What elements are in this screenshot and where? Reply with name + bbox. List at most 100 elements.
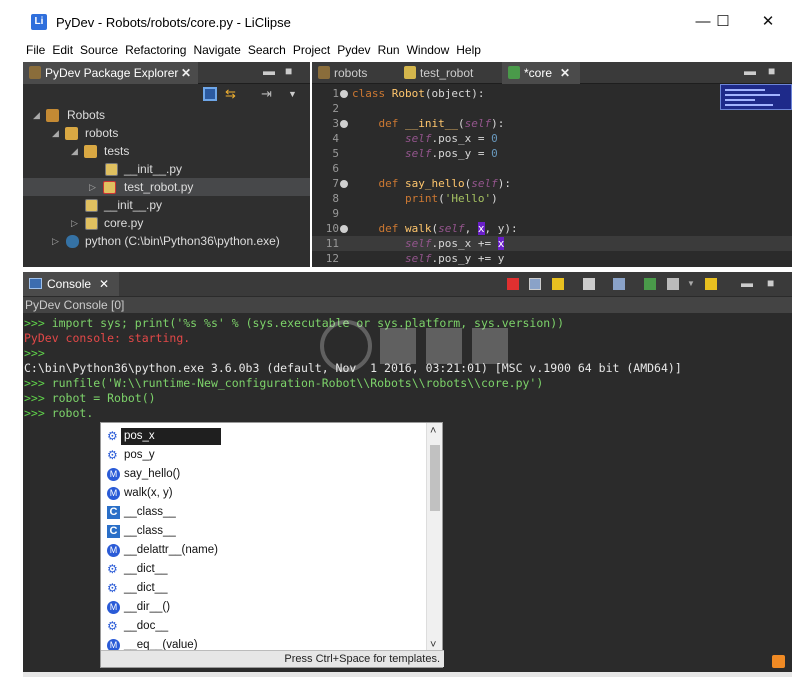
completion-item[interactable]: ⚙ pos_x [101,427,426,446]
dropdown-arrow-icon[interactable]: ▼ [687,278,699,290]
tree-item-robots-package[interactable]: ◢ robots [23,124,310,142]
completion-item[interactable]: Mwalk(x, y) [101,484,426,503]
menu-pydev[interactable]: Pydev [334,40,373,60]
status-bar [23,672,792,677]
view-menu-icon[interactable]: ▼ [288,87,302,101]
tree-item-test-robot[interactable]: ▷ test_robot.py [23,178,310,196]
autocomplete-hint: Press Ctrl+Space for templates. [101,650,444,667]
menu-window[interactable]: Window [404,40,453,60]
code-line[interactable]: 5 self.pos_y = 0 [312,146,792,161]
tree-item-init-robots[interactable]: __init__.py [23,196,310,214]
tree-item-tests-package[interactable]: ◢ tests [23,142,310,160]
collapse-all-icon[interactable] [203,87,217,101]
tree-item-core-py[interactable]: ▷ core.py [23,214,310,232]
menu-file[interactable]: File [23,40,48,60]
completion-item[interactable]: M __delattr__(name) [101,541,426,560]
autocomplete-scrollbar[interactable]: ˄ ˅ [426,423,442,651]
minimap-overview[interactable] [720,84,792,110]
python-file-error-icon [103,181,116,194]
maximize-view-icon[interactable]: ■ [767,276,774,290]
minimize-view-icon[interactable]: ▬ [263,64,275,78]
field-icon: ⚙ [107,619,118,633]
close-tab-icon[interactable]: ✕ [560,62,570,84]
scrollbar-thumb[interactable] [430,445,440,511]
method-icon: M [107,601,120,614]
menu-source[interactable]: Source [77,40,121,60]
package-explorer-view: PyDev Package Explorer ✕ ▬ ■ ⇆ ⇥ ▼ ◢ Rob… [23,62,310,267]
completion-item[interactable]: M __eq__(value) [101,636,426,651]
code-line[interactable]: 9 [312,206,792,221]
maximize-view-icon[interactable]: ■ [285,64,292,78]
completion-item[interactable]: M __dir__() [101,598,426,617]
tab-test-robot[interactable]: test_robot [398,62,502,84]
minimize-view-icon[interactable]: ▬ [744,64,756,78]
code-line[interactable]: 12 self.pos_y += y [312,251,792,266]
code-line[interactable]: 3 def __init__(self): [312,116,792,131]
expanded-arrow-icon[interactable]: ◢ [33,106,43,124]
menu-run[interactable]: Run [375,40,403,60]
code-line[interactable]: 6 [312,161,792,176]
fold-icon[interactable] [340,225,348,233]
menu-edit[interactable]: Edit [49,40,76,60]
menu-help[interactable]: Help [453,40,484,60]
completion-item[interactable]: Msay_hello() [101,465,426,484]
code-line[interactable]: 8 print('Hello') [312,191,792,206]
maximize-view-icon[interactable]: ■ [768,64,775,78]
completion-item[interactable]: ⚙ __dict__ [101,579,426,598]
tab-console[interactable]: Console ✕ [23,272,119,296]
menu-navigate[interactable]: Navigate [190,40,243,60]
menu-refactoring[interactable]: Refactoring [122,40,189,60]
code-line[interactable]: 4 self.pos_x = 0 [312,131,792,146]
fold-icon[interactable] [340,180,348,188]
collapsed-arrow-icon[interactable]: ▷ [89,178,99,196]
console-line: >>> [24,346,45,360]
link-with-editor-icon[interactable]: ⇆ [225,87,239,101]
clear-console-icon[interactable] [583,278,595,290]
minimize-view-icon[interactable]: ▬ [741,276,753,290]
code-line[interactable]: 7 def say_hello(self): [312,176,792,191]
tree-item-robots-project[interactable]: ◢ Robots [23,106,310,124]
completion-item[interactable]: ⚙ __dict__ [101,560,426,579]
python-module-icon [318,66,330,79]
close-tab-icon[interactable]: ✕ [99,272,109,296]
menu-search[interactable]: Search [245,40,289,60]
scroll-up-icon[interactable]: ˄ [430,425,436,437]
completion-item[interactable]: C __class__ [101,503,426,522]
open-console-icon[interactable] [705,278,717,290]
maximize-button[interactable]: ☐ [705,10,741,34]
close-tab-icon[interactable]: ✕ [181,62,191,84]
completion-item[interactable]: C __class__ [101,522,426,541]
expanded-arrow-icon[interactable]: ◢ [52,124,62,142]
fold-icon[interactable] [340,90,348,98]
completion-item[interactable]: ⚙ __doc__ [101,617,426,636]
scroll-lock-icon[interactable] [613,278,625,290]
fold-icon[interactable] [340,120,348,128]
completion-item[interactable]: ⚙ pos_y [101,446,426,465]
console-icon [29,278,42,289]
menu-project[interactable]: Project [290,40,333,60]
filter-icon[interactable]: ⇥ [261,87,275,101]
collapsed-arrow-icon[interactable]: ▷ [71,214,81,232]
tab-robots[interactable]: robots [312,62,396,84]
close-button[interactable]: ✕ [750,10,786,34]
tree-item-python-interpreter[interactable]: ▷ python (C:\bin\Python36\python.exe) [23,232,310,250]
tab-core[interactable]: *core ✕ [502,62,580,84]
collapsed-arrow-icon[interactable]: ▷ [52,232,62,250]
interrupt-icon[interactable] [552,278,564,290]
method-icon: M [107,487,120,500]
editor-tabbar: robots test_robot *core ✕ ▬ ■ [312,62,792,84]
console-input-line[interactable]: >>> robot. [24,406,93,421]
code-line-current[interactable]: 11 self.pos_x += x [312,236,792,251]
tab-package-explorer[interactable]: PyDev Package Explorer ✕ [23,62,198,84]
pin-console-icon[interactable] [644,278,656,290]
method-icon: M [107,468,120,481]
code-line[interactable]: 10 def walk(self, x, y): [312,221,792,236]
python-file-icon [508,66,520,79]
expanded-arrow-icon[interactable]: ◢ [71,142,81,160]
save-icon[interactable] [529,278,541,290]
terminate-icon[interactable] [507,278,519,290]
rss-feed-icon[interactable] [772,655,785,668]
display-console-icon[interactable] [667,278,679,290]
tree-item-init-tests[interactable]: __init__.py [23,160,310,178]
field-icon: ⚙ [107,581,118,595]
